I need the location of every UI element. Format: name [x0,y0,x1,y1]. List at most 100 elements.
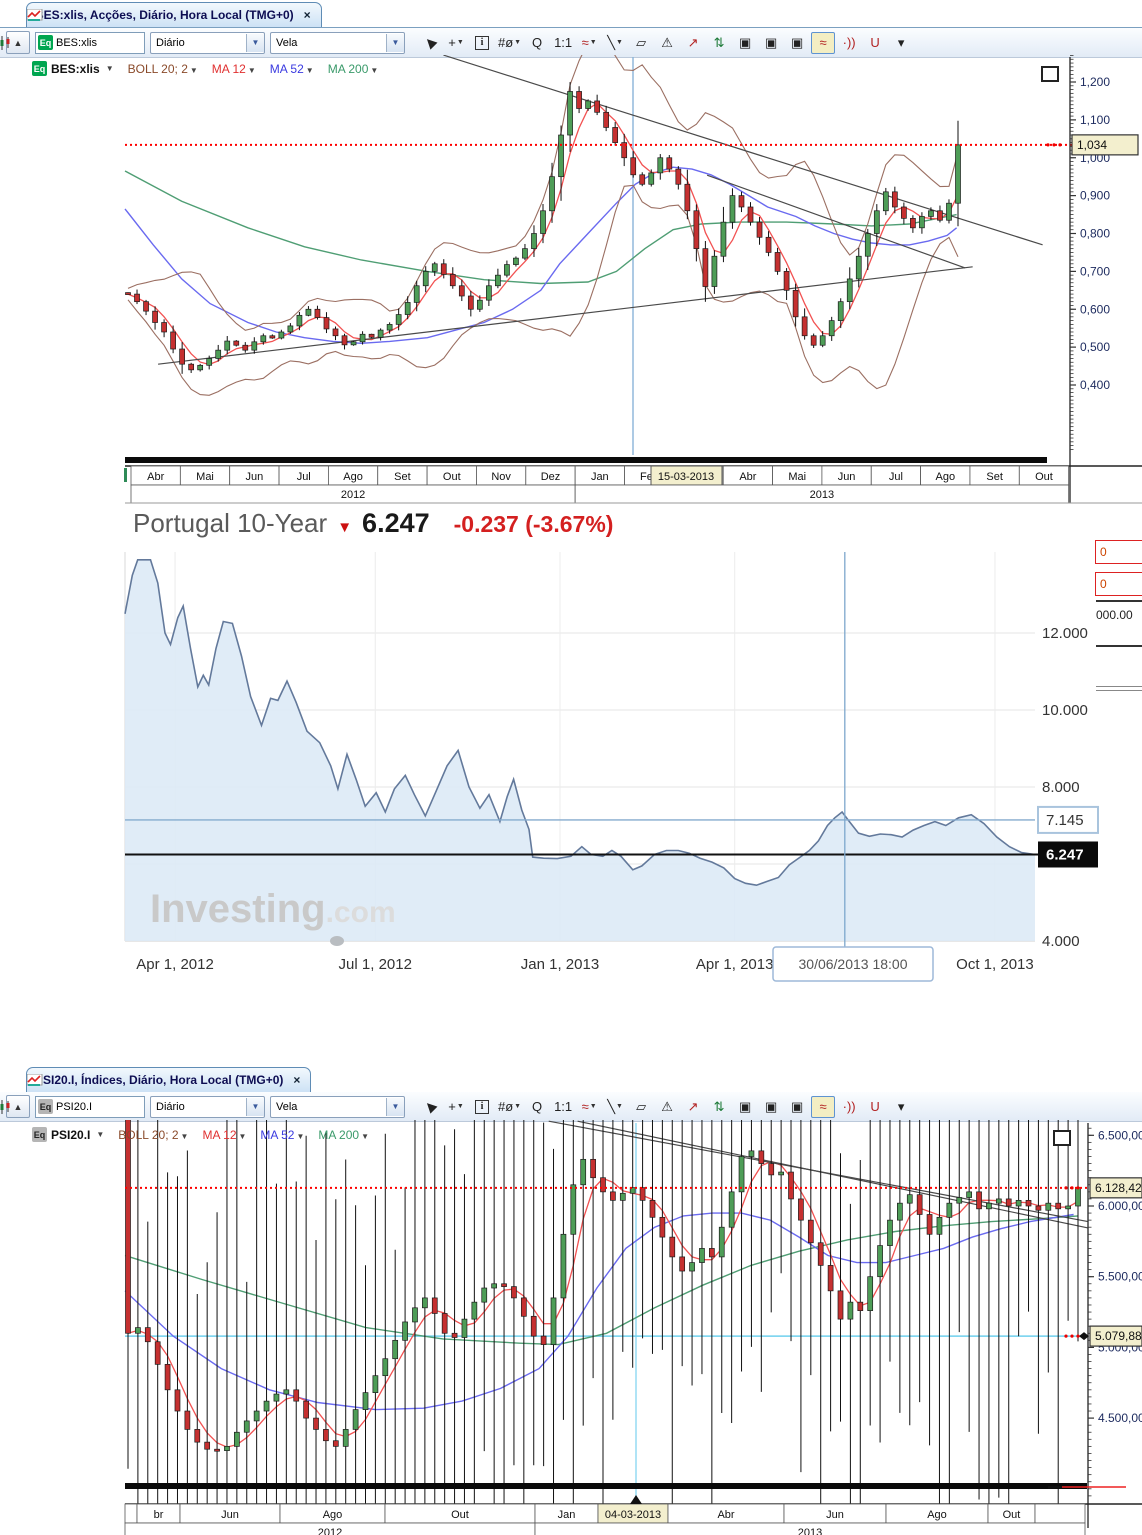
svg-text:Jul 1, 2012: Jul 1, 2012 [339,956,412,973]
overlap-remnant-box: 0 [1095,540,1142,564]
chart-type-select[interactable]: Vela ▼ [0,1095,405,1118]
yield-axis: 12.000 10.000 8.000 4.000 7.145 6.247 [1037,625,1099,950]
legend-ma200[interactable]: MA 200 ▼ [318,1128,369,1142]
bes-legend: Eq BES:xlis ▼ BOLL 20; 2 ▼ MA 12 ▼ MA 52 ▼ … [32,61,378,76]
eraser-icon[interactable]: ▱ [629,1096,653,1118]
delete-drawing-icon[interactable]: ⚠ [655,1096,679,1118]
svg-text:Jul: Jul [297,471,311,483]
indicator-icon[interactable]: ≈ ▼ [577,1096,601,1118]
legend-ma52[interactable]: MA 52 ▼ [270,62,314,76]
more-icon[interactable]: ▾ [889,32,913,54]
symbol-input[interactable]: Eq BES:xlis [35,31,145,54]
copy-indicator-icon[interactable]: ▣ [733,1096,757,1118]
copy-chart-icon[interactable]: ▣ [759,1096,783,1118]
restore-pane-button[interactable] [1053,1130,1071,1146]
svg-text:br: br [154,1509,164,1521]
cursor-icon[interactable]: ▶ [418,32,442,54]
svg-text:5.079,88: 5.079,88 [1095,1329,1142,1343]
psi-chart-canvas[interactable]: 6.500,006.000,005.500,005.000,004.500,00… [0,1120,1142,1535]
svg-text:Set: Set [986,471,1003,483]
price-axis: 6.500,006.000,005.500,005.000,004.500,00… [1064,1123,1142,1528]
delete-drawing-icon[interactable]: ⚠ [655,32,679,54]
tab-close-icon[interactable]: × [293,1073,300,1087]
psi-tool-icons: ▶ + ▼ i #ø ▼ Q 1:1 ≈ ▼ ╲ ▼ ▱ ⚠ ↗ ⇅ ▣ ▣ ▣ ≈ ·)) U ▾ [418,1095,913,1118]
year-axis: 2012 2013 [125,484,1142,504]
investing-header: Portugal 10-Year ▼ 6.247 -0.237 (-3.67%) [133,508,613,539]
svg-text:2012: 2012 [341,489,365,501]
legend-ma52[interactable]: MA 52 ▼ [260,1128,304,1142]
tab-close-icon[interactable]: × [304,8,311,22]
svg-text:Oct 1, 2013: Oct 1, 2013 [956,956,1034,973]
legend-ma200[interactable]: MA 200 ▼ [328,62,379,76]
svg-text:8.000: 8.000 [1042,779,1080,796]
equity-badge-icon: Eq [38,1099,53,1114]
active-indicator-icon[interactable]: ≈ [811,31,836,54]
scale-1-1-icon[interactable]: 1:1 [551,1096,575,1118]
price-change: -0.237 (-3.67%) [453,511,614,537]
grid-icon[interactable]: #ø ▼ [496,32,523,54]
cursor-icon[interactable]: ▶ [418,1096,442,1118]
tab-title: BES:xlis, Acções, Diário, Hora Local (TM… [35,8,294,22]
svg-text:Jun: Jun [826,1509,844,1521]
period-select[interactable]: Diário ▼ [150,31,265,54]
legend-boll[interactable]: BOLL 20; 2 ▼ [118,1128,188,1142]
measure-icon[interactable]: ↗ [681,1096,705,1118]
svg-text:Dez: Dez [541,471,561,483]
svg-text:Apr 1, 2013: Apr 1, 2013 [696,956,774,973]
restore-pane-button[interactable] [1041,66,1059,82]
down-arrow-icon: ▼ [337,519,353,536]
symbol-input[interactable]: Eq PSI20.I [35,1095,145,1118]
svg-text:6.000,00: 6.000,00 [1098,1199,1142,1213]
legend-boll[interactable]: BOLL 20; 2 ▼ [128,62,198,76]
alert-icon[interactable]: ·)) [837,32,861,54]
crosshair-icon[interactable]: + ▼ [444,1096,468,1118]
chart-type-select[interactable]: Vela ▼ [0,31,405,54]
magnet-icon[interactable]: U [863,32,887,54]
scale-1-1-icon[interactable]: 1:1 [551,32,575,54]
info-icon[interactable]: i [470,32,494,54]
indicator-icon[interactable]: ≈ ▼ [577,32,601,54]
price-pane [124,1120,1089,1497]
candle-style-icon [0,1099,10,1114]
sort-arrows-icon[interactable]: ⇅ [707,32,731,54]
alert-icon[interactable]: ·)) [837,1096,861,1118]
svg-text:0,400: 0,400 [1080,378,1110,392]
period-select[interactable]: Diário ▼ [150,1095,265,1118]
svg-text:Set: Set [394,471,411,483]
copy-indicator-icon[interactable]: ▣ [733,32,757,54]
copy-chart-icon[interactable]: ▣ [759,32,783,54]
info-icon[interactable]: i [470,1096,494,1118]
svg-text:Ago: Ago [323,1509,343,1521]
sort-arrows-icon[interactable]: ⇅ [707,1096,731,1118]
legend-symbol[interactable]: BES:xlis [51,62,100,76]
bes-chart-canvas[interactable]: 1,2001,1001,0000,9000,8000,7000,6000,500… [0,55,1142,505]
zoom-icon[interactable]: Q [525,32,549,54]
volume-bar [125,457,1047,463]
grid-icon[interactable]: #ø ▼ [496,1096,523,1118]
magnet-icon[interactable]: U [863,1096,887,1118]
active-indicator-icon[interactable]: ≈ [811,1095,836,1118]
chart-template-icon[interactable]: ▣ [785,32,809,54]
measure-icon[interactable]: ↗ [681,32,705,54]
trendline-icon[interactable]: ╲ ▼ [603,1096,627,1118]
investing-chart-canvas[interactable]: Investing.com12.000 10.000 8.000 4.000 7.145… [0,505,1142,1000]
chart-window-icon [27,8,43,21]
eraser-icon[interactable]: ▱ [629,32,653,54]
svg-text:Jan 1, 2013: Jan 1, 2013 [521,956,599,973]
legend-ma12[interactable]: MA 12 ▼ [212,62,256,76]
price-axis: 1,2001,1001,0000,9000,8000,7000,6000,500… [1046,55,1139,503]
legend-ma12[interactable]: MA 12 ▼ [202,1128,246,1142]
tab-bes[interactable]: BES:xlis, Acções, Diário, Hora Local (TM… [26,2,322,27]
chart-template-icon[interactable]: ▣ [785,1096,809,1118]
svg-text:6.128,42: 6.128,42 [1095,1181,1142,1195]
trendline-icon[interactable]: ╲ ▼ [603,32,627,54]
legend-symbol[interactable]: PSI20.I [51,1128,90,1142]
crosshair-icon[interactable]: + ▼ [444,32,468,54]
date-axis: AbrMaiJunJulAgoSetOutNovDezJanFevMarAbrM… [124,465,1142,486]
tab-psi20[interactable]: PSI20.I, Índices, Diário, Hora Local (TM… [26,1067,312,1092]
instrument-title[interactable]: Portugal 10-Year [133,508,327,539]
more-icon[interactable]: ▾ [889,1096,913,1118]
svg-text:7.145: 7.145 [1046,812,1084,829]
zoom-icon[interactable]: Q [525,1096,549,1118]
volume-bar [125,1483,1087,1489]
